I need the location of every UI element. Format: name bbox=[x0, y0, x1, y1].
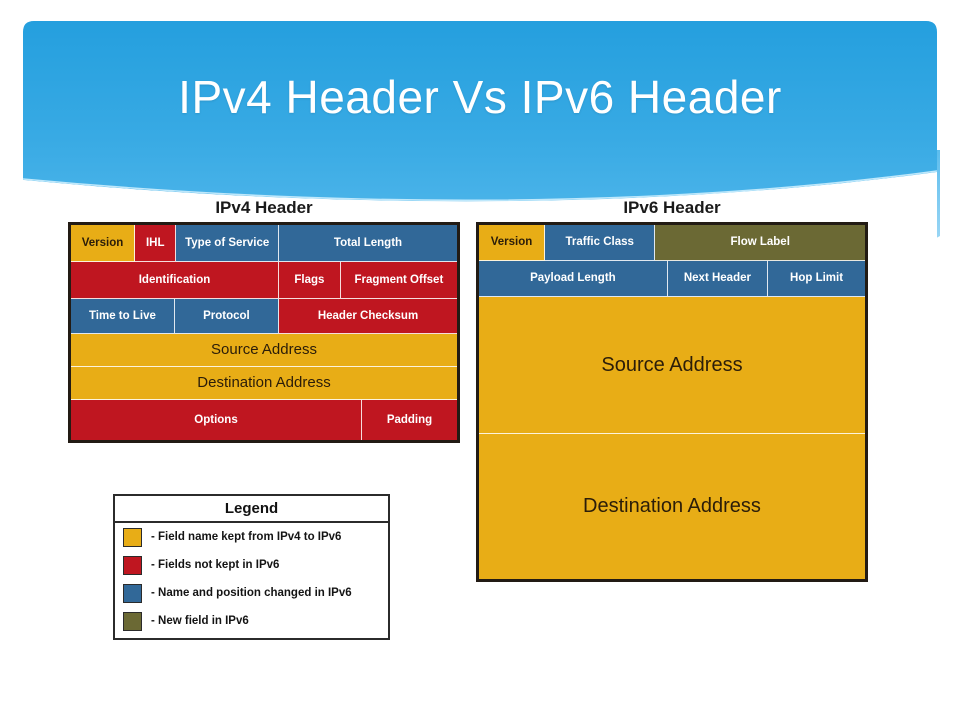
ipv4-field-protocol: Protocol bbox=[174, 299, 280, 334]
page-title: IPv4 Header Vs IPv6 Header bbox=[178, 71, 782, 123]
ipv6-row: Version Traffic Class Flow Label bbox=[479, 225, 865, 261]
ipv6-field-version: Version bbox=[479, 225, 545, 261]
ipv4-field-options: Options bbox=[71, 400, 363, 440]
ipv6-field-flow-label: Flow Label bbox=[655, 225, 865, 261]
ipv6-field-hop-limit: Hop Limit bbox=[768, 261, 865, 297]
legend-item: - New field in IPv6 bbox=[115, 607, 388, 635]
ipv6-field-payload-length: Payload Length bbox=[479, 261, 668, 297]
ipv4-header-title: IPv4 Header bbox=[215, 198, 313, 217]
legend-item-label: - Fields not kept in IPv6 bbox=[151, 559, 280, 571]
banner-wave-highlight bbox=[22, 170, 938, 202]
ipv4-field-version: Version bbox=[71, 225, 136, 262]
ipv4-field-destination-address: Destination Address bbox=[71, 367, 457, 400]
ipv4-field-ihl: IHL bbox=[135, 225, 177, 262]
ipv4-field-padding: Padding bbox=[362, 400, 457, 440]
legend-swatch-red bbox=[123, 555, 142, 575]
ipv4-field-identification: Identification bbox=[71, 262, 280, 299]
ipv4-row: Source Address bbox=[71, 334, 457, 367]
legend-item-label: - Name and position changed in IPv6 bbox=[151, 587, 352, 599]
ipv6-header-title: IPv6 Header bbox=[623, 198, 721, 217]
legend: Legend - Field name kept from IPv4 to IP… bbox=[113, 494, 390, 640]
legend-title: Legend bbox=[115, 496, 388, 523]
ipv4-field-total-length: Total Length bbox=[279, 225, 457, 262]
ipv4-field-flags: Flags bbox=[279, 262, 341, 299]
ipv4-row: Time to Live Protocol Header Checksum bbox=[71, 299, 457, 334]
ipv6-field-traffic-class: Traffic Class bbox=[545, 225, 656, 261]
banner-accent-tab bbox=[898, 150, 940, 246]
ipv4-header-table: Version IHL Type of Service Total Length Ide… bbox=[68, 222, 460, 443]
legend-item: - Field name kept from IPv4 to IPv6 bbox=[115, 523, 388, 551]
ipv6-row: Destination Address bbox=[479, 434, 865, 579]
ipv6-field-source-address: Source Address bbox=[479, 297, 865, 434]
ipv4-row: Version IHL Type of Service Total Length bbox=[71, 225, 457, 262]
ipv4-field-type-of-service: Type of Service bbox=[176, 225, 280, 262]
legend-item: - Name and position changed in IPv6 bbox=[115, 579, 388, 607]
legend-swatch-olive bbox=[123, 611, 142, 631]
ipv4-field-time-to-live: Time to Live bbox=[71, 299, 175, 334]
ipv4-field-header-checksum: Header Checksum bbox=[279, 299, 457, 334]
ipv6-header-table: Version Traffic Class Flow Label Payload Le… bbox=[476, 222, 868, 582]
legend-item: - Fields not kept in IPv6 bbox=[115, 551, 388, 579]
ipv4-field-fragment-offset: Fragment Offset bbox=[340, 262, 457, 299]
ipv6-row: Source Address bbox=[479, 297, 865, 434]
ipv6-field-destination-address: Destination Address bbox=[479, 434, 865, 579]
ipv4-row: Identification Flags Fragment Offset bbox=[71, 262, 457, 299]
ipv6-field-next-header: Next Header bbox=[667, 261, 769, 297]
legend-item-label: - New field in IPv6 bbox=[151, 615, 249, 627]
legend-swatch-yellow bbox=[123, 527, 142, 547]
ipv4-row: Options Padding bbox=[71, 400, 457, 440]
legend-swatch-blue bbox=[123, 583, 142, 603]
legend-item-label: - Field name kept from IPv4 to IPv6 bbox=[151, 531, 342, 543]
ipv6-row: Payload Length Next Header Hop Limit bbox=[479, 261, 865, 297]
ipv4-field-source-address: Source Address bbox=[71, 334, 457, 367]
ipv4-row: Destination Address bbox=[71, 367, 457, 400]
legend-items: - Field name kept from IPv4 to IPv6 - Fie… bbox=[115, 523, 388, 635]
